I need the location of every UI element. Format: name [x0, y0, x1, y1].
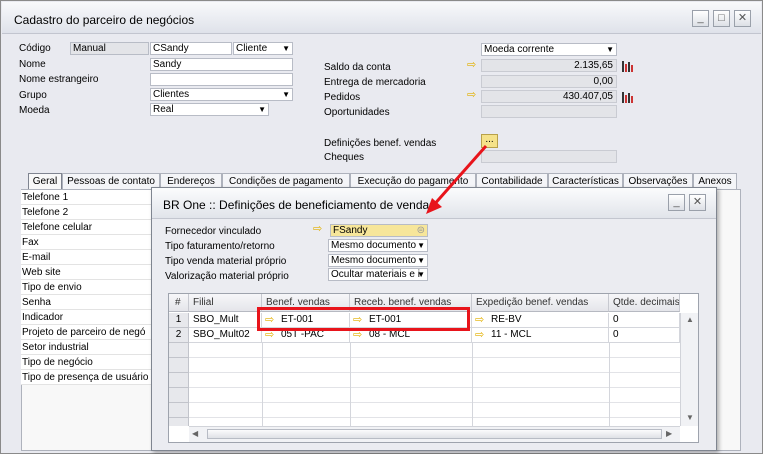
callout-arrow [426, 145, 488, 214]
